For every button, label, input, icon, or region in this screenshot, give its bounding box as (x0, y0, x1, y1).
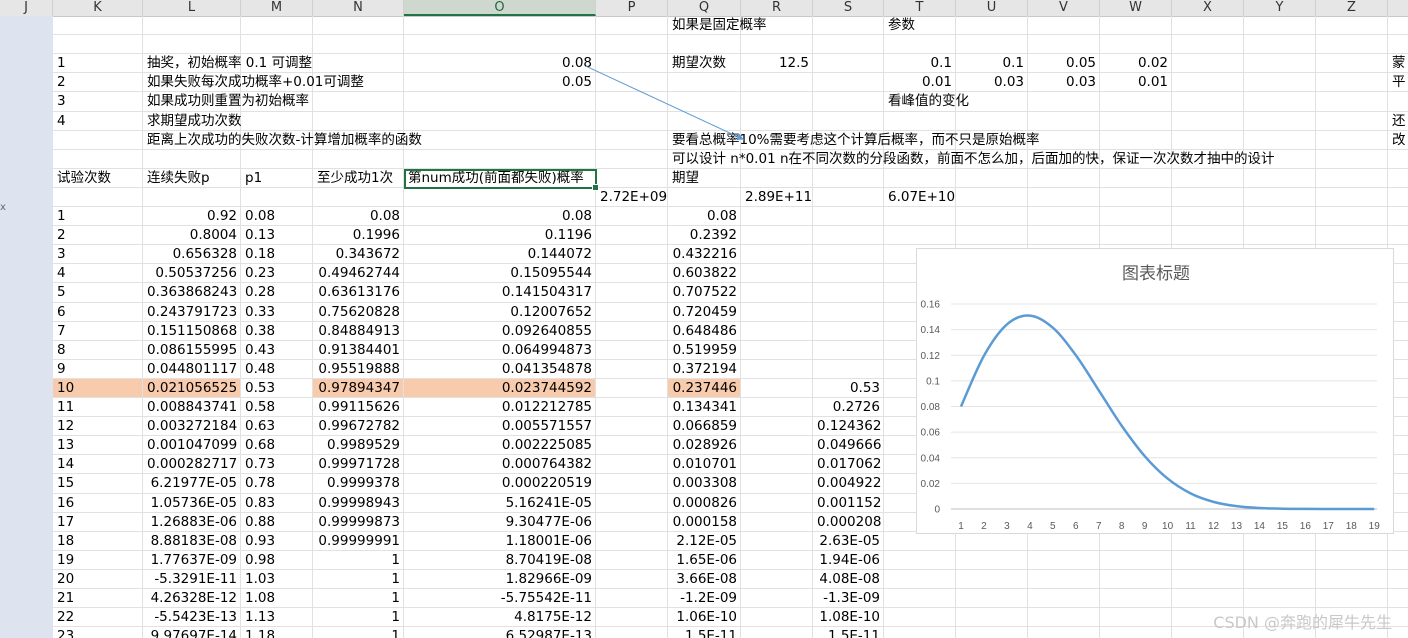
x-tick-label: 3 (1004, 521, 1010, 532)
x-tick-label: 19 (1369, 521, 1381, 532)
x-tick-label: 4 (1027, 521, 1033, 532)
x-tick-label: 18 (1346, 521, 1358, 532)
x-tick-label: 10 (1162, 521, 1174, 532)
y-tick-label: 0.12 (921, 351, 941, 362)
x-tick-label: 1 (958, 521, 964, 532)
y-tick-label: 0 (934, 505, 940, 516)
arrow-line (585, 65, 745, 141)
y-tick-label: 0.1 (926, 376, 940, 387)
y-tick-label: 0.02 (921, 479, 941, 490)
chart-plot-area: 00.020.040.060.080.10.120.140.161 2 3 4 5 6 7 8… (921, 300, 1381, 533)
x-tick-label: 7 (1096, 521, 1102, 532)
watermark: CSDN @奔跑的犀牛先生 (1213, 613, 1392, 632)
x-tick-label: 14 (1254, 521, 1266, 532)
x-tick-label: 16 (1300, 521, 1312, 532)
x-tick-label: 11 (1185, 521, 1196, 532)
x-tick-label: 9 (1142, 521, 1148, 532)
y-tick-label: 0.14 (921, 325, 941, 336)
y-tick-label: 0.16 (921, 300, 941, 311)
x-tick-label: 2 (981, 521, 987, 532)
x-tick-label: 17 (1323, 521, 1335, 532)
y-tick-label: 0.06 (921, 428, 941, 439)
series-line (959, 314, 1375, 511)
x-tick-label: 15 (1277, 521, 1289, 532)
line-chart[interactable]: 图表标题 0 0.02 0.04 0.06 0.08 0.1 0.12 0.14 0.16 1 2 3… (916, 248, 1394, 534)
y-tick-label: 0.08 (921, 402, 941, 413)
x-tick-label: 13 (1231, 521, 1243, 532)
x-tick-label: 5 (1050, 521, 1056, 532)
spreadsheet: JKLMNOPQRSTUVWXYZ x 如果是固定概率 参数 1 抽奖，初始概率 0.… (0, 0, 1408, 638)
x-tick-label: 12 (1208, 521, 1220, 532)
x-tick-label: 6 (1073, 521, 1079, 532)
x-tick-label: 8 (1119, 521, 1125, 532)
y-tick-label: 0.04 (921, 453, 941, 464)
